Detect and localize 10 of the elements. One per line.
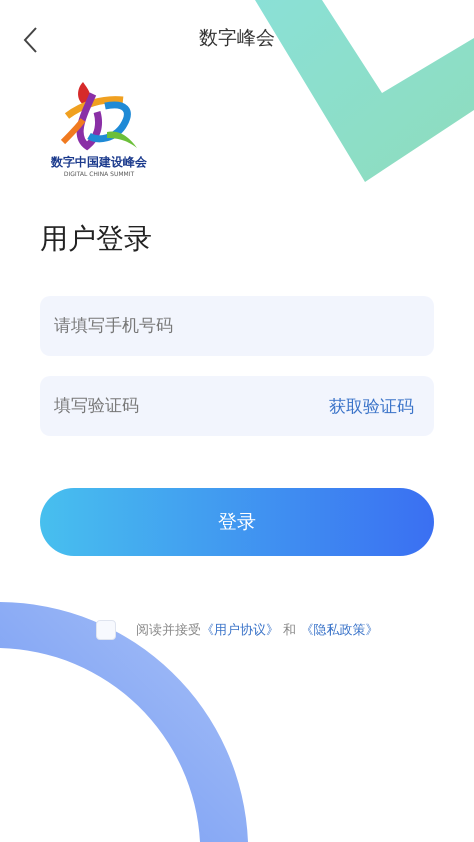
logo-title: 数字中国建设峰会 — [51, 154, 147, 171]
privacy-policy-link[interactable]: 《隐私政策》 — [300, 623, 378, 638]
get-code-button[interactable]: 获取验证码 — [329, 395, 414, 418]
agreement-checkbox[interactable] — [96, 620, 116, 640]
phone-input-field[interactable]: 请填写手机号码 — [40, 296, 434, 356]
login-button[interactable]: 登录 — [40, 488, 434, 556]
page-title: 数字峰会 — [199, 26, 275, 51]
user-agreement-link[interactable]: 《用户协议》 — [201, 623, 279, 638]
agreement-text: 阅读并接受《用户协议》 和 《隐私政策》 — [136, 622, 378, 639]
login-heading: 用户登录 — [40, 221, 153, 257]
